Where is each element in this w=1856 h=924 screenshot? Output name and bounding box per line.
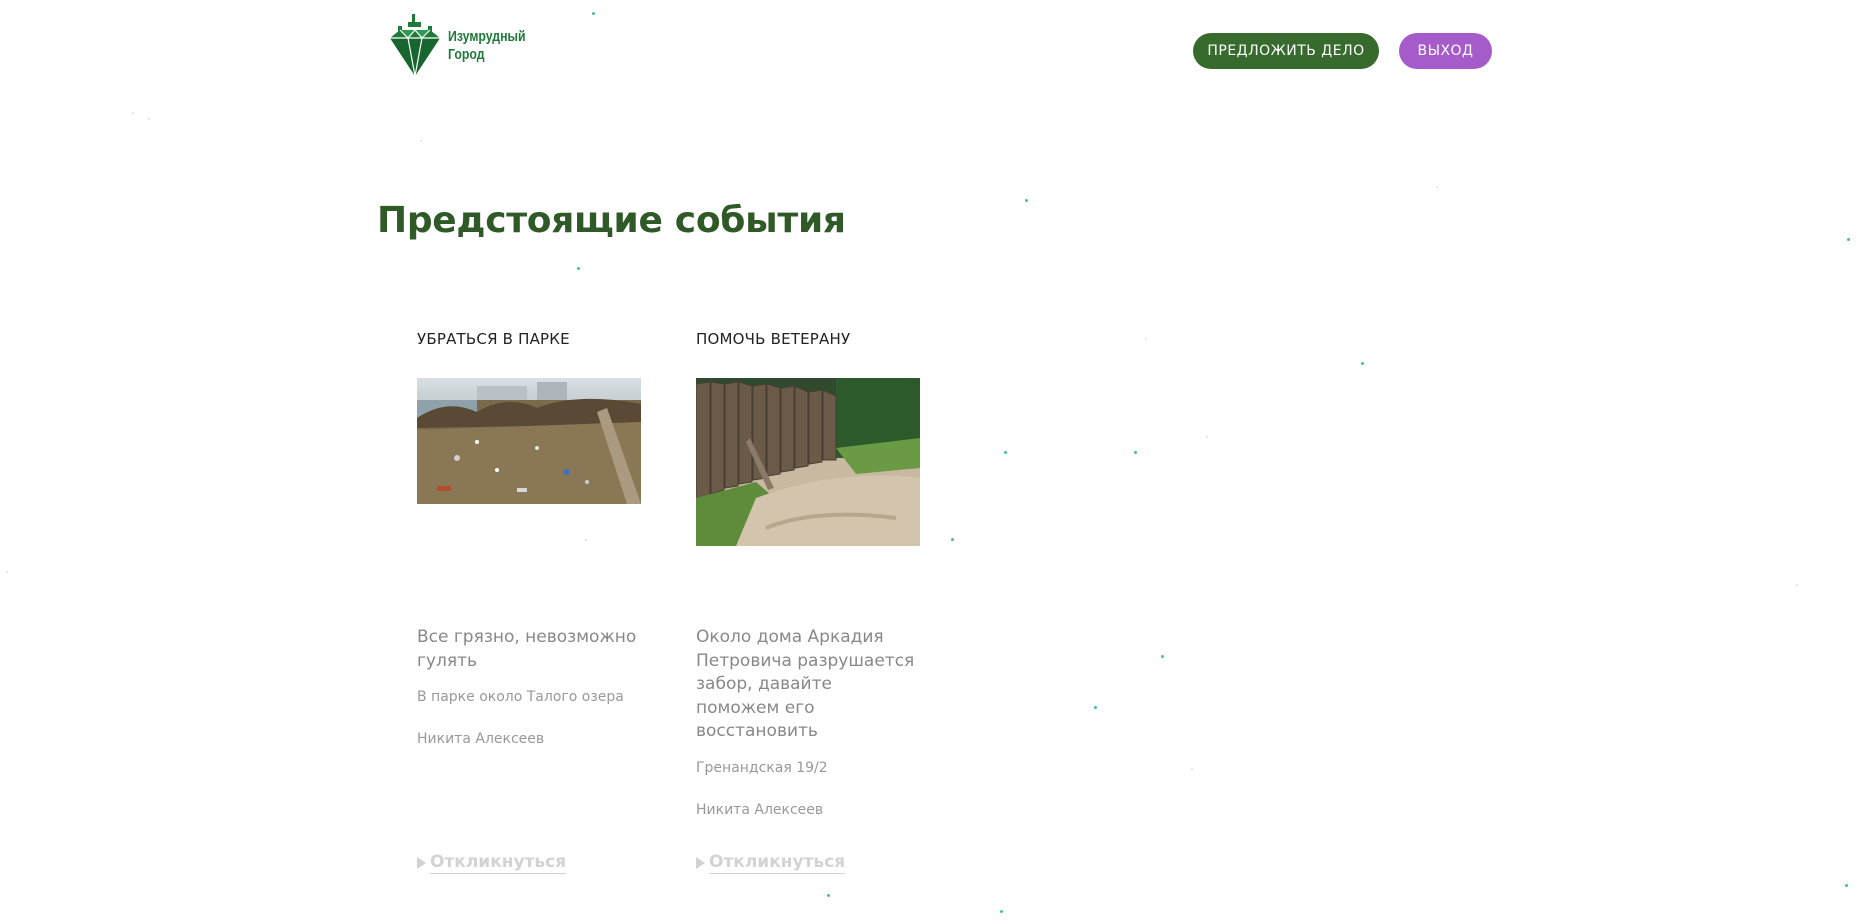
logout-button[interactable]: ВЫХОД xyxy=(1399,33,1492,69)
respond-label: Откликнуться xyxy=(430,852,567,874)
event-card: УБРАТЬСЯ В ПАРКЕ Все грязно, невозможно … xyxy=(417,330,641,874)
event-description: Около дома Аркадия Петровича разрушается… xyxy=(696,627,915,741)
event-title: ПОМОЧЬ ВЕТЕРАНУ xyxy=(696,330,851,348)
event-image xyxy=(417,378,641,504)
propose-deed-button[interactable]: ПРЕДЛОЖИТЬ ДЕЛО xyxy=(1193,33,1379,69)
play-triangle-icon xyxy=(417,857,426,869)
event-title: УБРАТЬСЯ В ПАРКЕ xyxy=(417,330,570,348)
play-triangle-icon xyxy=(696,857,705,869)
logo-text: Изумрудный Город xyxy=(448,28,526,64)
logo-line-1: Изумрудный xyxy=(448,28,526,45)
page-title: Предстоящие события xyxy=(377,200,846,241)
logo-line-2: Город xyxy=(448,46,485,63)
event-author: Никита Алексеев xyxy=(417,731,545,747)
respond-link[interactable]: Откликнуться xyxy=(696,852,846,874)
respond-label: Откликнуться xyxy=(709,852,846,874)
event-place: В парке около Талого озера xyxy=(417,689,624,705)
event-description: Все грязно, невозможно гулять xyxy=(417,627,637,671)
site-logo[interactable]: Изумрудный Город xyxy=(388,14,543,78)
respond-link[interactable]: Откликнуться xyxy=(417,852,567,874)
event-place: Гренандская 19/2 xyxy=(696,759,828,776)
page: Изумрудный Город ПРЕДЛОЖИТЬ ДЕЛО ВЫХОД П… xyxy=(0,0,1856,924)
event-image xyxy=(696,378,920,546)
event-author: Никита Алексеев xyxy=(696,801,824,818)
emerald-logo-icon xyxy=(390,14,440,77)
event-card: ПОМОЧЬ ВЕТЕРАНУ Около дома Аркадия Петро… xyxy=(696,330,920,874)
